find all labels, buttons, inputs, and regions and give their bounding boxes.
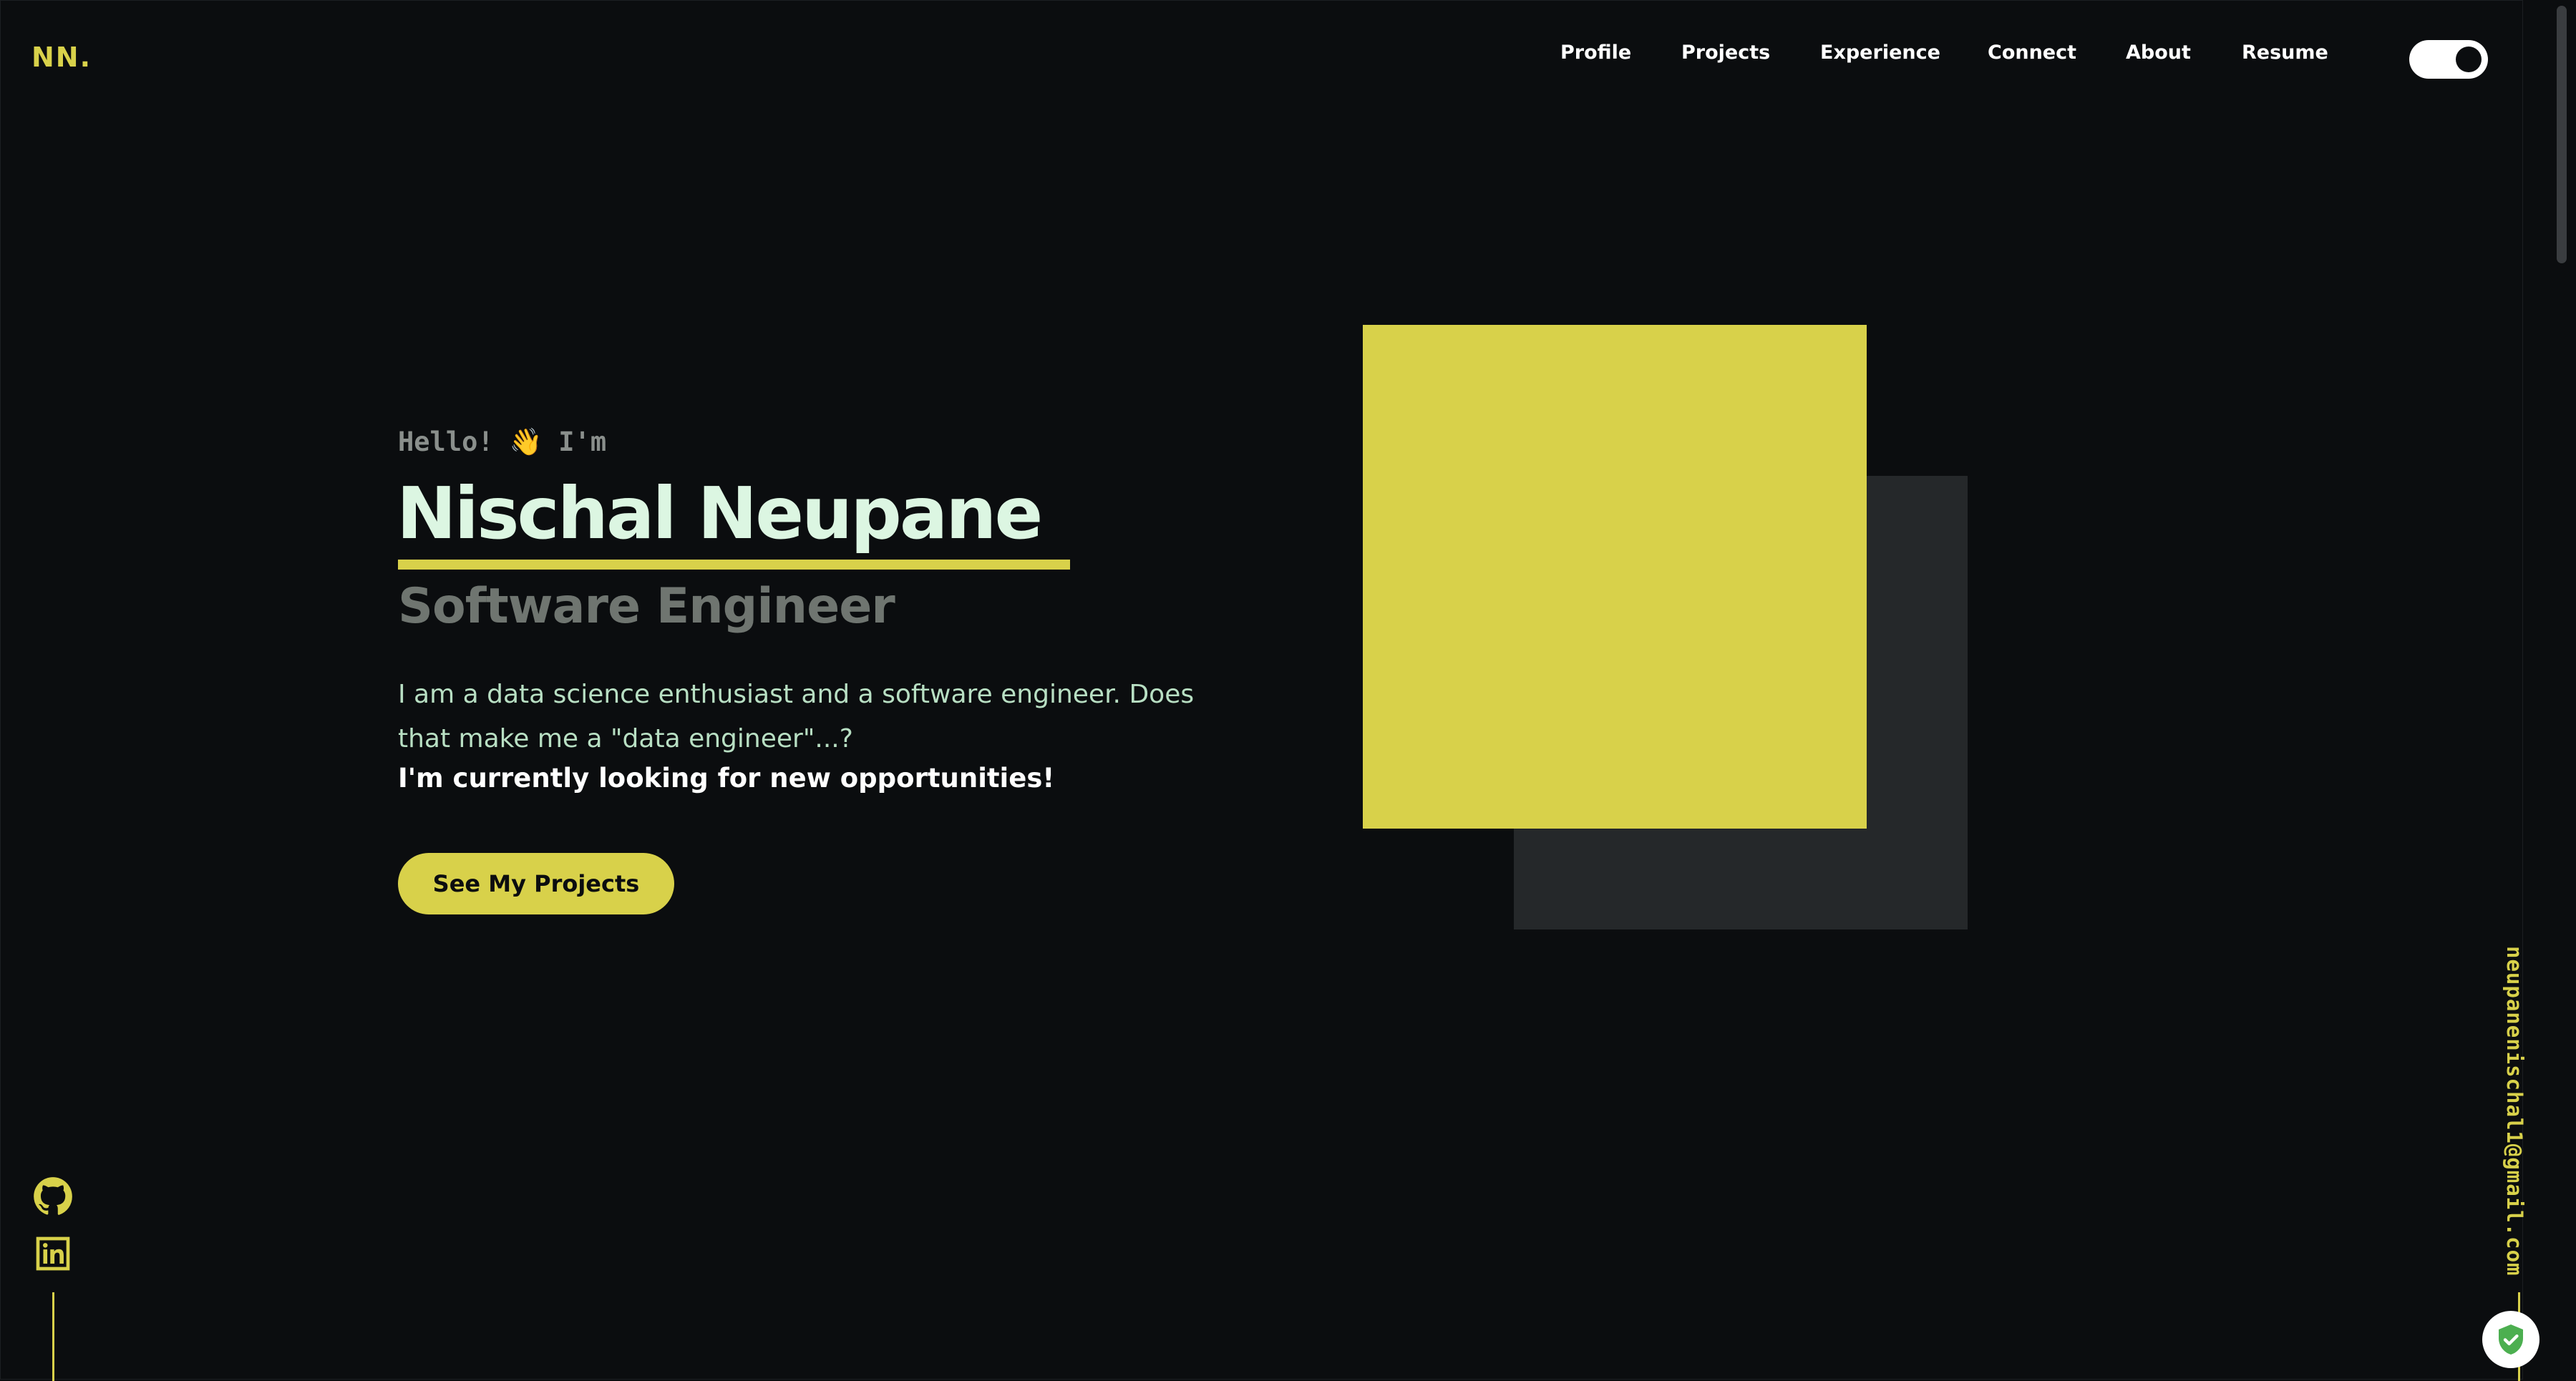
left-vertical-line [52, 1292, 54, 1381]
security-shield-button[interactable] [2482, 1311, 2539, 1368]
theme-toggle[interactable] [2409, 40, 2488, 79]
contact-email-link[interactable]: neupanenischal1@gmail.com [2502, 946, 2527, 1277]
linkedin-icon-graphic [36, 1236, 70, 1271]
linkedin-icon[interactable] [33, 1234, 73, 1274]
site-logo[interactable]: NN. [31, 42, 92, 73]
github-icon[interactable] [33, 1176, 73, 1216]
nav-connect[interactable]: Connect [1988, 42, 2076, 64]
shield-check-icon [2499, 1324, 2523, 1355]
hero-description: I am a data science enthusiast and a sof… [398, 680, 1195, 753]
nav-experience[interactable]: Experience [1820, 42, 1940, 64]
scrollbar-track[interactable] [2523, 0, 2576, 1381]
github-icon-graphic [34, 1177, 72, 1215]
hero-name: Nischal Neupane [397, 472, 1043, 555]
nav-about[interactable]: About [2126, 42, 2191, 64]
page-frame [0, 0, 2523, 1380]
nav-resume[interactable]: Resume [2242, 42, 2328, 64]
decorative-front-block [1363, 325, 1867, 829]
nav-projects[interactable]: Projects [1681, 42, 1770, 64]
hero-status: I'm currently looking for new opportunit… [398, 763, 1055, 794]
hero-title: Software Engineer [398, 578, 895, 635]
scrollbar-thumb[interactable] [2557, 6, 2567, 263]
name-underline [398, 560, 1070, 570]
nav-profile[interactable]: Profile [1560, 42, 1631, 64]
see-projects-button[interactable]: See My Projects [398, 853, 674, 914]
hero-greeting: Hello! 👋 I'm [398, 426, 607, 457]
toggle-knob [2456, 47, 2482, 72]
